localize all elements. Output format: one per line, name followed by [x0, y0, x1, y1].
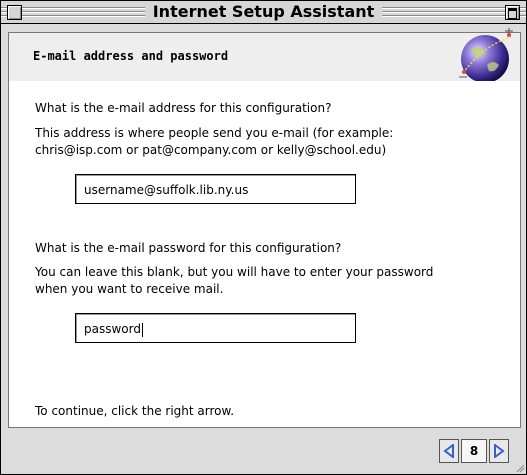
title-bar[interactable]: Internet Setup Assistant: [1, 1, 526, 24]
text-caret: [141, 322, 143, 337]
navigation-bar: 8: [8, 433, 519, 467]
resize-grip-icon[interactable]: [515, 463, 525, 473]
close-box-button[interactable]: [7, 5, 22, 20]
password-field[interactable]: password: [75, 313, 356, 343]
page-number: 8: [461, 439, 487, 463]
step-header: E-mail address and password: [8, 28, 521, 83]
left-arrow-icon: [443, 444, 454, 458]
email-help-line1: This address is where people send you e-…: [35, 126, 394, 140]
password-value: password: [84, 322, 141, 336]
window-title: Internet Setup Assistant: [144, 1, 383, 23]
zoom-box-button[interactable]: [505, 5, 520, 20]
setup-assistant-window: Internet Setup Assistant E-mail address …: [0, 0, 527, 475]
password-help-line1: You can leave this blank, but you will h…: [35, 265, 434, 279]
previous-step-button[interactable]: [439, 439, 459, 463]
email-question: What is the e-mail address for this conf…: [35, 101, 332, 115]
password-question: What is the e-mail password for this con…: [35, 241, 342, 255]
password-help-line2: when you want to receive mail.: [35, 282, 224, 296]
right-arrow-icon: [494, 444, 505, 458]
step-content: What is the e-mail address for this conf…: [8, 81, 521, 428]
email-help-line2: chris@isp.com or pat@company.com or kell…: [35, 143, 387, 157]
step-title: E-mail address and password: [33, 49, 229, 63]
email-address-field[interactable]: username@suffolk.lib.ny.us: [75, 174, 356, 204]
continue-instruction: To continue, click the right arrow.: [35, 404, 235, 418]
email-address-value: username@suffolk.lib.ny.us: [84, 183, 249, 197]
next-step-button[interactable]: [489, 439, 509, 463]
